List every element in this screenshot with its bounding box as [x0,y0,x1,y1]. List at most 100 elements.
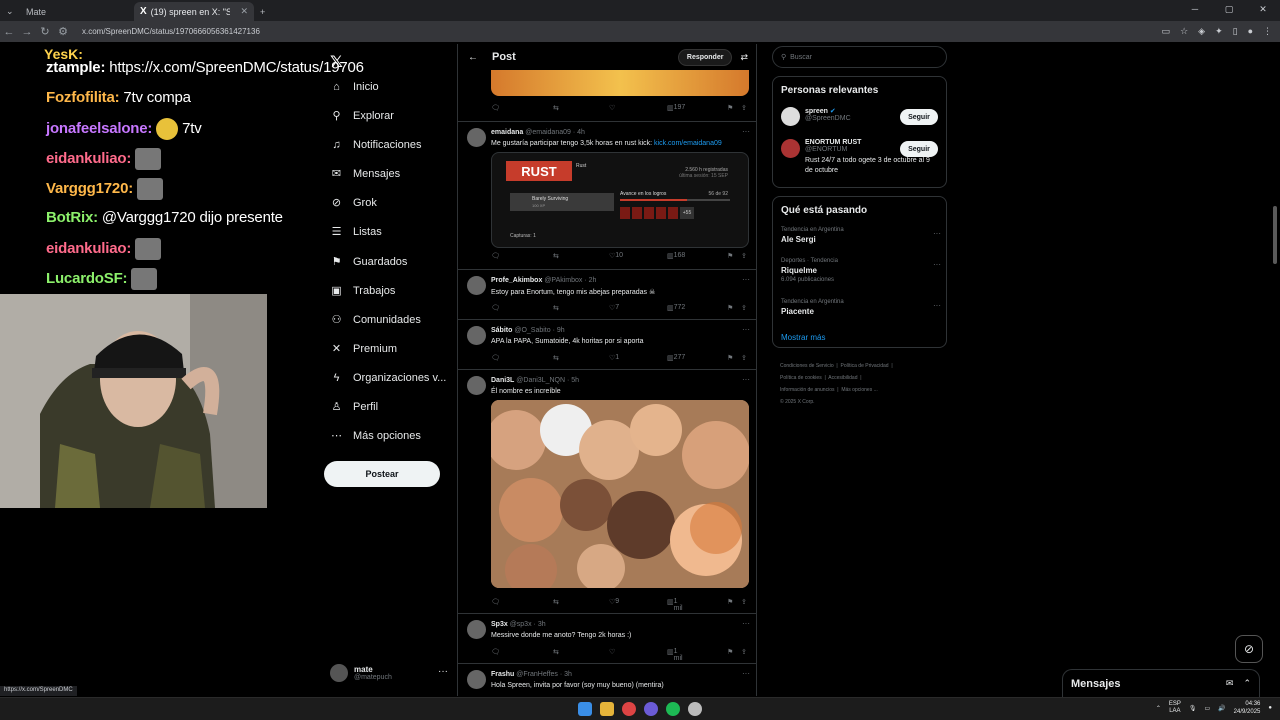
reply-icon[interactable]: 🗨 [491,354,500,362]
trend-more-icon[interactable]: ··· [933,229,941,238]
reply-icon[interactable]: 🗨 [491,252,500,260]
footer-link[interactable]: Política de Privacidad [841,363,889,369]
tweet-author-handle[interactable]: @sp3x [510,621,532,628]
trend-item[interactable]: Deportes · Tendencia Riquelme 6.094 publ… [781,258,941,283]
nav-item-bell[interactable]: ♫ Notificaciones [330,138,421,151]
spotify-icon[interactable] [666,702,680,716]
meme-image[interactable] [491,400,749,588]
browser-tab-1[interactable]: Mate [20,2,134,21]
post-button[interactable]: Postear [324,461,440,487]
trend-more-icon[interactable]: ··· [933,301,941,310]
tweet-author-name[interactable]: Frashu [491,671,514,678]
star-icon[interactable]: ☆ [1180,26,1188,37]
image-preview[interactable] [491,66,749,96]
tweet-time[interactable]: 3h [564,671,572,678]
share-icon[interactable]: ⇪ [741,104,747,112]
back-icon[interactable]: ← [0,26,18,38]
tweet-author-name[interactable]: Sábito [491,327,512,334]
browser-menu-icon[interactable]: ⋮ [1263,26,1272,37]
minimize-icon[interactable]: ─ [1178,0,1212,19]
repost-icon[interactable]: ⇆ [553,648,559,656]
tweet-time[interactable]: 5h [571,377,579,384]
like-icon[interactable]: ♡ 1 [609,354,619,362]
tweet-link[interactable]: kick.com/emaidana09 [654,140,722,147]
repost-icon[interactable]: ⇆ [553,104,559,112]
tweet-avatar[interactable] [467,128,486,147]
tray-chevron-icon[interactable]: ⌃ [1156,705,1161,712]
views-icon[interactable]: ▥ 197 [667,104,685,112]
clock[interactable]: 04:36 24/9/2025 [1234,700,1261,716]
new-tab-button[interactable]: + [254,2,271,21]
notification-icon[interactable]: ● [1268,705,1272,711]
tweet-avatar[interactable] [467,376,486,395]
share-icon[interactable]: ⇪ [741,252,747,260]
url-field[interactable]: x.com/SpreenDMC/status/19706660563614271… [82,27,260,36]
new-message-icon[interactable]: ✉ [1226,678,1234,689]
views-icon[interactable]: ▥ 772 [667,304,685,312]
tweet-author-handle[interactable]: @O_Sabito [514,327,550,334]
tweet-time[interactable]: 2h [589,277,597,284]
site-info-icon[interactable]: ⚙ [54,25,72,38]
follow-button[interactable]: Seguir [900,141,938,157]
tab-close-icon[interactable]: ✕ [240,6,248,17]
tweet-author-handle[interactable]: @PAkimbox [544,277,582,284]
tweet-author-handle[interactable]: @emaidana09 [525,129,571,136]
bookmark-icon[interactable]: ⚑ [727,252,733,260]
close-window-icon[interactable]: ✕ [1246,0,1280,19]
footer-link[interactable]: Condiciones de Servicio [780,363,834,369]
tweet-avatar[interactable] [467,620,486,639]
back-arrow-icon[interactable]: ← [468,52,478,63]
windows-start-icon[interactable] [578,702,592,716]
tweet-more-icon[interactable]: ··· [742,325,750,334]
show-more-link[interactable]: Mostrar más [781,333,825,342]
tweet[interactable]: 🗨 ⇆ ♡ ▥ 197 ⚑ ⇪ [458,66,756,122]
tweet-more-icon[interactable]: ··· [742,619,750,628]
messages-drawer[interactable]: Mensajes ✉ ⌃ [1062,669,1260,697]
tweet-avatar[interactable] [467,276,486,295]
tweet-author-name[interactable]: Sp3x [491,621,508,628]
views-icon[interactable]: ▥ 277 [667,354,685,362]
nav-item-list[interactable]: ☰ Listas [330,225,382,239]
tweet-avatar[interactable] [467,670,486,689]
mic-icon[interactable]: 🎙 [1189,705,1197,712]
browser-tab-2[interactable]: X (19) spreen en X: "SERIE DE RU... ✕ [134,2,254,21]
tweet-more-icon[interactable]: ··· [742,127,750,136]
tweet[interactable]: Profe_Akimbox @PAkimbox · 2h ··· Estoy par… [458,270,756,320]
reply-button[interactable]: Responder [677,48,733,66]
scrollbar-thumb[interactable] [1273,206,1277,264]
tweet-author-name[interactable]: Profe_Akimbox [491,277,542,284]
reply-icon[interactable]: 🗨 [491,304,500,312]
bookmark-icon[interactable]: ⚑ [727,304,733,312]
bookmark-icon[interactable]: ⚑ [727,648,733,656]
nav-item-more-options[interactable]: ⋯ Más opciones [330,429,421,443]
account-more-icon[interactable]: ··· [438,666,448,677]
tune-icon[interactable]: ⇄ [740,52,748,63]
reload-icon[interactable]: ↻ [36,25,54,38]
extension-icon[interactable]: ◈ [1198,26,1205,37]
tweet-time[interactable]: 3h [538,621,546,628]
app-icon[interactable] [688,702,702,716]
bookmark-icon[interactable]: ⚑ [727,354,733,362]
network-icon[interactable]: ▭ [1205,705,1211,712]
like-icon[interactable]: ♡ 10 [609,252,623,260]
views-icon[interactable]: ▥ 1 mil [667,598,683,612]
nav-item-profile[interactable]: ♙ Perfil [330,400,379,414]
volume-icon[interactable]: 🔊 [1218,705,1225,712]
tweet-more-icon[interactable]: ··· [742,275,750,284]
maximize-icon[interactable]: ▢ [1212,0,1246,19]
repost-icon[interactable]: ⇆ [553,252,559,260]
share-icon[interactable]: ⇪ [741,304,747,312]
tweet-more-icon[interactable]: ··· [742,669,750,678]
tweet-author-handle[interactable]: @Dani3L_NQN [516,377,565,384]
like-icon[interactable]: ♡ [609,104,615,112]
tweet[interactable]: Frashu @FranHeffes · 3h ··· Hola Spreen, i… [458,664,756,696]
share-icon[interactable]: ⇪ [741,354,747,362]
tweet-author-name[interactable]: emaidana [491,129,523,136]
account-switcher[interactable]: mate @matepuch ··· [330,664,448,682]
nav-item-communities[interactable]: ⚇ Comunidades [330,313,421,327]
repost-icon[interactable]: ⇆ [553,598,559,606]
nav-item-x-premium[interactable]: ✕ Premium [330,342,397,356]
tweet[interactable]: Dani3L @Dani3L_NQN · 5h ··· Él nombre es i… [458,370,756,614]
reply-icon[interactable]: 🗨 [491,598,500,606]
rust-steam-card[interactable]: RUST Rust 2.560 h registradas última sesión… [491,152,749,248]
